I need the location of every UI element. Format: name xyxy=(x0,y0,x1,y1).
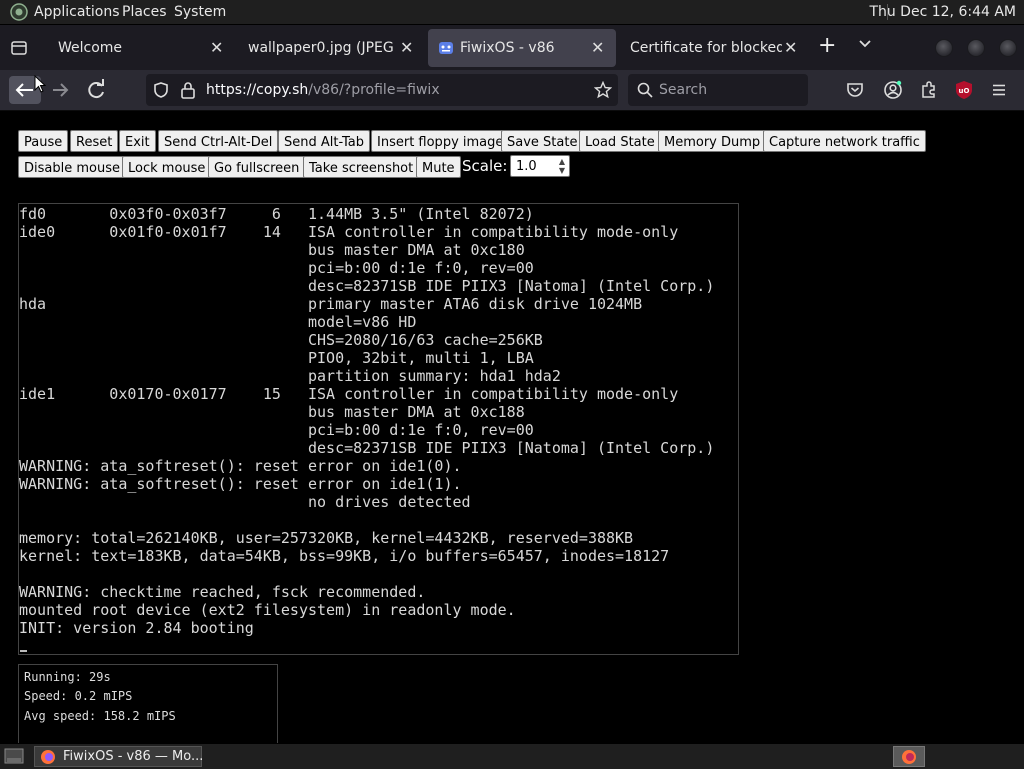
menu-system[interactable]: System xyxy=(174,4,226,20)
scale-label: Scale: xyxy=(462,157,508,175)
workspace-switcher[interactable] xyxy=(893,746,925,767)
stat-running: Running: 29s xyxy=(24,670,111,684)
tab-list-icon[interactable] xyxy=(6,35,32,61)
text-cursor xyxy=(20,650,27,652)
runtime-stats-panel: Running: 29s Speed: 0.2 mIPS Avg speed: … xyxy=(18,664,278,744)
take-screenshot-button[interactable]: Take screenshot xyxy=(303,156,420,178)
shield-icon[interactable] xyxy=(152,81,170,99)
close-icon[interactable]: ✕ xyxy=(400,38,413,57)
panel-separator xyxy=(887,4,888,20)
load-state-button[interactable]: Load State xyxy=(579,130,661,152)
reload-button[interactable] xyxy=(82,76,110,104)
v86-favicon-icon xyxy=(439,42,453,54)
bookmark-star-icon[interactable] xyxy=(594,81,612,99)
taskbar-window-title: FiwixOS - v86 — Mo... xyxy=(63,749,204,764)
account-icon[interactable] xyxy=(883,80,903,100)
close-window-button[interactable] xyxy=(999,39,1017,57)
menu-places[interactable]: Places xyxy=(122,4,167,20)
clock[interactable]: Thu Dec 12, 6:44 AM xyxy=(869,4,1016,20)
tab-title: wallpaper0.jpg (JPEG Ima xyxy=(248,40,398,56)
pocket-icon[interactable] xyxy=(846,81,864,99)
extensions-puzzle-icon[interactable] xyxy=(919,80,939,100)
svg-text:uO: uO xyxy=(959,87,970,95)
url-host: https://copy.sh xyxy=(206,82,309,98)
url-path: /v86/?profile=fiwix xyxy=(308,82,440,98)
tab-title: FiwixOS - v86 xyxy=(460,40,555,56)
tab-fiwixos[interactable]: FiwixOS - v86 ✕ xyxy=(428,29,616,67)
top-panel: Applications Places System Thu Dec 12, 6… xyxy=(0,0,1024,25)
tab-bar: Welcome ✕ wallpaper0.jpg (JPEG Ima ✕ Fiw… xyxy=(0,25,1024,70)
chevron-down-icon[interactable] xyxy=(858,39,872,49)
hamburger-menu-icon[interactable] xyxy=(990,81,1008,99)
minimize-window-button[interactable] xyxy=(935,39,953,57)
ublock-origin-icon[interactable]: uO xyxy=(954,80,974,100)
lock-mouse-button[interactable]: Lock mouse xyxy=(122,156,212,178)
stat-speed: Speed: 0.2 mIPS xyxy=(24,689,133,703)
exit-button[interactable]: Exit xyxy=(119,130,156,152)
maximize-window-button[interactable] xyxy=(967,39,985,57)
disable-mouse-button[interactable]: Disable mouse xyxy=(18,156,126,178)
menu-applications[interactable]: Applications xyxy=(34,4,120,20)
pause-button[interactable]: Pause xyxy=(18,130,69,152)
mouse-pointer-icon xyxy=(34,75,46,93)
search-icon xyxy=(637,82,653,98)
stat-avg-speed: Avg speed: 158.2 mIPS xyxy=(24,709,176,723)
page-content: Pause Reset Exit Send Ctrl-Alt-Del Send … xyxy=(0,111,1024,744)
taskbar-window-firefox[interactable]: FiwixOS - v86 — Mo... xyxy=(34,746,204,767)
search-bar[interactable]: Search xyxy=(628,74,808,106)
scale-input[interactable]: 1.0 ▲ ▼ xyxy=(510,155,570,177)
tab-title: Welcome xyxy=(58,40,123,56)
save-state-button[interactable]: Save State xyxy=(501,130,584,152)
firefox-icon xyxy=(41,750,55,764)
close-icon[interactable]: ✕ xyxy=(784,38,797,57)
scale-value: 1.0 xyxy=(516,159,537,174)
lock-icon[interactable] xyxy=(180,81,196,99)
bottom-panel: FiwixOS - v86 — Mo... xyxy=(0,743,1024,769)
forward-button[interactable] xyxy=(46,76,74,104)
url-text[interactable]: https://copy.sh/v86/?profile=fiwix xyxy=(206,82,440,98)
mute-button[interactable]: Mute xyxy=(416,156,461,178)
navigation-bar: https://copy.sh/v86/?profile=fiwix Searc… xyxy=(0,70,1024,111)
tab-title: Certificate for blocked-re xyxy=(630,40,782,56)
memory-dump-button[interactable]: Memory Dump xyxy=(658,130,767,152)
close-icon[interactable]: ✕ xyxy=(591,38,604,57)
gnome-foot-icon[interactable] xyxy=(10,3,28,21)
address-bar[interactable]: https://copy.sh/v86/?profile=fiwix xyxy=(146,74,618,106)
spinner-icon[interactable]: ▲ ▼ xyxy=(559,157,565,175)
arrow-right-icon xyxy=(53,83,69,97)
firefox-icon xyxy=(902,750,916,764)
reset-button[interactable]: Reset xyxy=(70,130,119,152)
tab-certificate[interactable]: Certificate for blocked-re ✕ xyxy=(620,29,810,67)
close-icon[interactable]: ✕ xyxy=(210,38,223,57)
tab-welcome[interactable]: Welcome ✕ xyxy=(44,29,232,67)
reload-icon xyxy=(88,79,104,99)
terminal-output: fd0 0x03f0-0x03f7 6 1.44MB 3.5" (Intel 8… xyxy=(19,205,715,637)
new-tab-button[interactable]: + xyxy=(818,33,836,58)
search-placeholder: Search xyxy=(659,82,708,98)
capture-network-button[interactable]: Capture network traffic xyxy=(763,130,926,152)
show-desktop-icon[interactable] xyxy=(4,748,24,765)
tab-wallpaper[interactable]: wallpaper0.jpg (JPEG Ima ✕ xyxy=(236,29,424,67)
send-ctrl-alt-del-button[interactable]: Send Ctrl-Alt-Del xyxy=(158,130,279,152)
insert-floppy-button[interactable]: Insert floppy image xyxy=(371,130,510,152)
emulator-screen[interactable]: fd0 0x03f0-0x03f7 6 1.44MB 3.5" (Intel 8… xyxy=(18,203,739,655)
send-alt-tab-button[interactable]: Send Alt-Tab xyxy=(278,130,370,152)
go-fullscreen-button[interactable]: Go fullscreen xyxy=(208,156,306,178)
